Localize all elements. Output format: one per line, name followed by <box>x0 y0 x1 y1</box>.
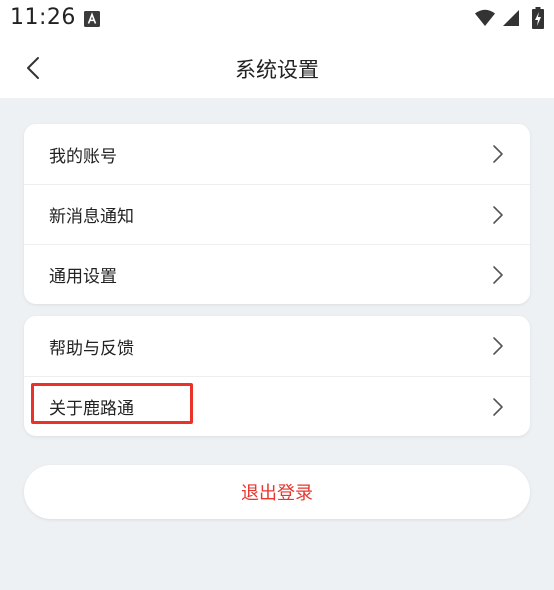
battery-charging-icon <box>532 7 544 29</box>
settings-item-label: 帮助与反馈 <box>49 338 134 359</box>
a-letter-badge-icon <box>84 11 100 27</box>
chevron-right-icon <box>493 398 503 416</box>
settings-item-new-message-notification[interactable]: 新消息通知 <box>24 184 530 244</box>
settings-group-account: 我的账号 新消息通知 通用设置 <box>24 124 530 304</box>
status-time: 11:26 <box>10 5 76 30</box>
nav-bar: 系统设置 <box>0 38 554 98</box>
logout-button[interactable]: 退出登录 <box>24 465 530 519</box>
chevron-right-icon <box>493 337 503 355</box>
settings-group-help: 帮助与反馈 关于鹿路通 <box>24 316 530 436</box>
settings-item-about[interactable]: 关于鹿路通 <box>24 376 530 436</box>
settings-item-general-settings[interactable]: 通用设置 <box>24 244 530 304</box>
settings-item-my-account[interactable]: 我的账号 <box>24 124 530 184</box>
status-bar: 11:26 <box>0 0 554 38</box>
chevron-right-icon <box>493 206 503 224</box>
settings-item-label: 关于鹿路通 <box>49 399 134 419</box>
cellular-signal-icon <box>503 10 519 26</box>
settings-item-help-feedback[interactable]: 帮助与反馈 <box>24 316 530 376</box>
page-title: 系统设置 <box>235 58 319 82</box>
settings-item-label: 我的账号 <box>49 146 117 167</box>
logout-label: 退出登录 <box>241 483 313 504</box>
chevron-right-icon <box>493 266 503 284</box>
wifi-icon <box>475 9 495 26</box>
settings-item-label: 通用设置 <box>49 267 117 287</box>
chevron-right-icon <box>493 145 503 163</box>
settings-item-label: 新消息通知 <box>49 207 134 227</box>
